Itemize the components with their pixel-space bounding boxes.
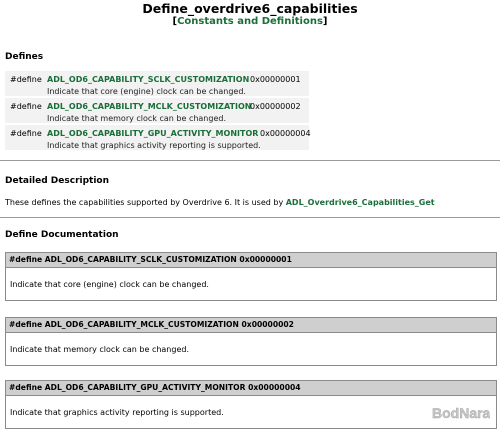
capabilities-get-link[interactable]: ADL_Overdrive6_Capabilities_Get: [286, 198, 435, 207]
define-doc-body: Indicate that graphics activity reportin…: [10, 408, 224, 417]
define-doc-signature: #define ADL_OD6_CAPABILITY_SCLK_CUSTOMIZ…: [6, 253, 496, 268]
define-doc-block: #define ADL_OD6_CAPABILITY_SCLK_CUSTOMIZ…: [5, 252, 497, 301]
define-keyword: #define: [10, 102, 42, 111]
page-title: Define_overdrive6_capabilities: [142, 1, 358, 16]
define-keyword: #define: [10, 129, 42, 138]
define-description: Indicate that memory clock can be change…: [47, 114, 226, 123]
constants-definitions-link[interactable]: Constants and Definitions: [177, 16, 323, 27]
define-link-mclk[interactable]: ADL_OD6_CAPABILITY_MCLK_CUSTOMIZATION: [47, 102, 251, 111]
define-doc-block: #define ADL_OD6_CAPABILITY_GPU_ACTIVITY_…: [5, 380, 497, 429]
page-subtitle: [Constants and Definitions]: [0, 16, 500, 28]
define-value: 0x00000004: [260, 129, 311, 138]
defines-heading: Defines: [5, 52, 44, 62]
watermark-logo: BodNara: [430, 402, 491, 424]
define-row: #define ADL_OD6_CAPABILITY_MCLK_CUSTOMIZ…: [5, 98, 309, 123]
define-row: #define ADL_OD6_CAPABILITY_GPU_ACTIVITY_…: [5, 125, 311, 150]
divider: [0, 217, 500, 218]
define-link-sclk[interactable]: ADL_OD6_CAPABILITY_SCLK_CUSTOMIZATION: [47, 75, 249, 84]
define-row: #define ADL_OD6_CAPABILITY_SCLK_CUSTOMIZ…: [5, 71, 309, 96]
detailed-description-text: These defines the capabilities supported…: [5, 198, 435, 207]
define-link-gpu-activity[interactable]: ADL_OD6_CAPABILITY_GPU_ACTIVITY_MONITOR: [47, 129, 258, 138]
subtitle-close-bracket: ]: [322, 16, 328, 27]
define-value: 0x00000001: [250, 75, 301, 84]
define-doc-body: Indicate that memory clock can be change…: [10, 345, 189, 354]
define-doc-signature: #define ADL_OD6_CAPABILITY_GPU_ACTIVITY_…: [6, 381, 496, 396]
define-value: 0x00000002: [250, 102, 301, 111]
define-description: Indicate that graphics activity reportin…: [47, 141, 261, 150]
detailed-description-body: These defines the capabilities supported…: [5, 198, 286, 207]
define-keyword: #define: [10, 75, 42, 84]
define-doc-signature: #define ADL_OD6_CAPABILITY_MCLK_CUSTOMIZ…: [6, 318, 496, 333]
define-doc-body: Indicate that core (engine) clock can be…: [10, 280, 209, 289]
define-documentation-heading: Define Documentation: [5, 230, 119, 240]
detailed-description-heading: Detailed Description: [5, 176, 110, 186]
divider: [0, 160, 500, 161]
defines-table: #define ADL_OD6_CAPABILITY_SCLK_CUSTOMIZ…: [5, 71, 311, 152]
define-description: Indicate that core (engine) clock can be…: [47, 87, 246, 96]
define-doc-block: #define ADL_OD6_CAPABILITY_MCLK_CUSTOMIZ…: [5, 317, 497, 366]
svg-text:BodNara: BodNara: [432, 405, 490, 421]
